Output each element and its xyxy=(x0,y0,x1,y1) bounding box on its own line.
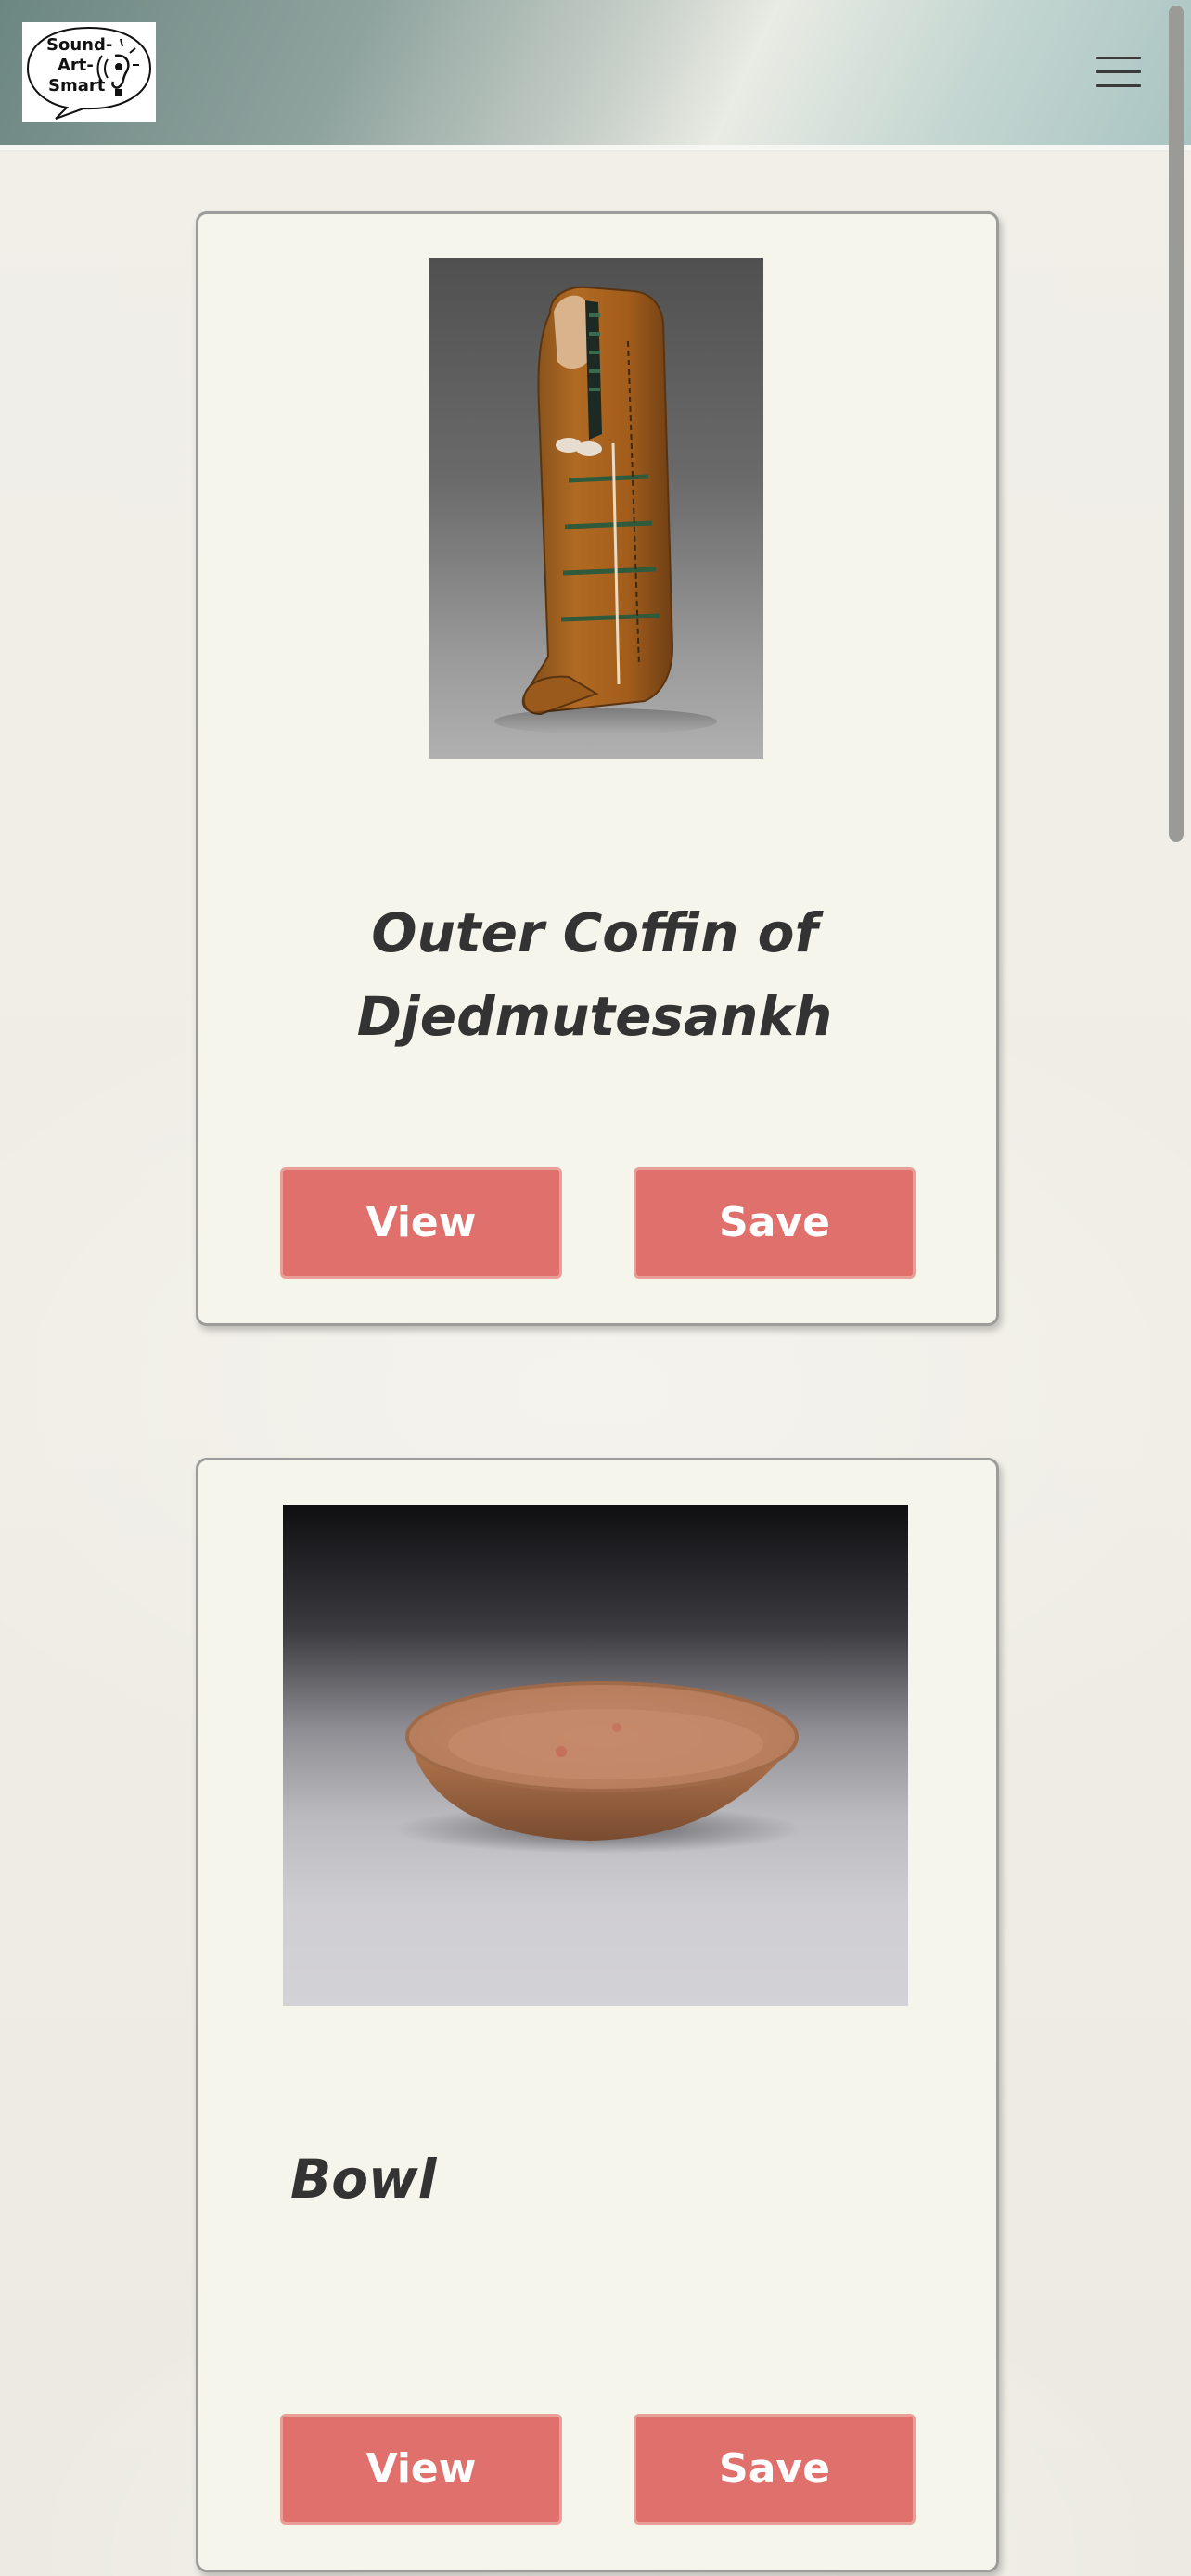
save-button[interactable]: Save xyxy=(634,2414,916,2525)
menu-line-top xyxy=(1096,57,1141,59)
coffin-illustration-icon xyxy=(494,286,717,734)
site-logo[interactable]: Sound- Art- Smart xyxy=(22,22,156,122)
view-button[interactable]: View xyxy=(280,2414,562,2525)
logo-text-line-3: Smart xyxy=(48,76,106,96)
bowl-artwork-image[interactable] xyxy=(283,1505,908,2006)
artwork-card: Bowl View Save xyxy=(196,1458,999,2572)
save-button[interactable]: Save xyxy=(634,1167,916,1279)
bowl-illustration-icon xyxy=(394,1681,802,1854)
scrollbar-thumb[interactable] xyxy=(1169,6,1184,842)
coffin-artwork-image[interactable] xyxy=(429,258,763,759)
artwork-card: Outer Coffin of Djedmutesankh View Save xyxy=(196,211,999,1326)
logo-text-line-2: Art- xyxy=(58,56,94,75)
site-header: Sound- Art- Smart xyxy=(0,0,1191,145)
view-button[interactable]: View xyxy=(280,1167,562,1279)
artwork-title: Outer Coffin of Djedmutesankh xyxy=(356,901,833,1048)
header-divider xyxy=(0,145,1191,150)
artwork-title: Bowl xyxy=(290,2148,437,2211)
menu-line-bottom xyxy=(1096,84,1141,87)
logo-text-line-1: Sound- xyxy=(46,35,113,55)
hamburger-menu-button[interactable] xyxy=(1093,52,1145,91)
menu-line-middle xyxy=(1096,70,1141,73)
